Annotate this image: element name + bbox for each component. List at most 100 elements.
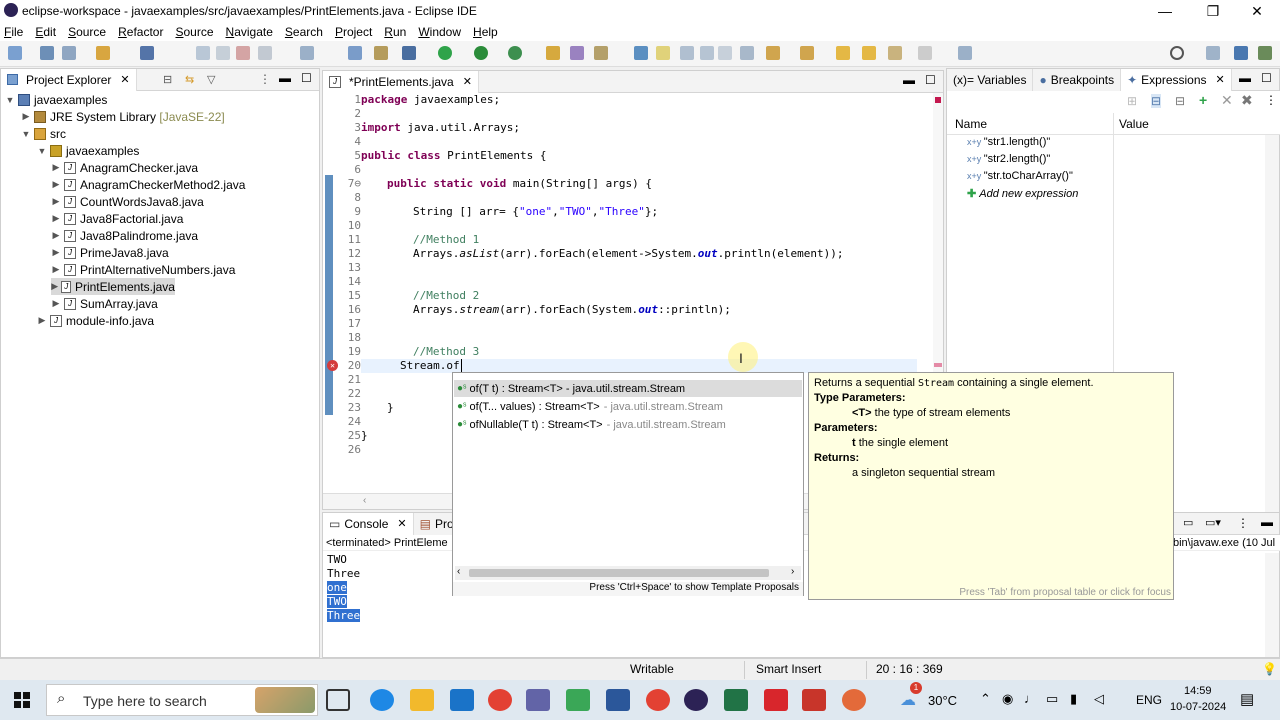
search-icon[interactable] bbox=[1170, 46, 1184, 60]
menu-project[interactable]: Project bbox=[335, 25, 372, 39]
taskbar-search-box[interactable]: ⌕ Type here to search bbox=[46, 684, 318, 716]
suspend-icon[interactable] bbox=[216, 46, 230, 60]
remove-all-icon[interactable]: ✖ bbox=[1241, 92, 1253, 109]
terminal-icon[interactable] bbox=[140, 46, 154, 60]
drop-frame-icon[interactable] bbox=[348, 46, 362, 60]
edge-icon[interactable] bbox=[370, 689, 394, 711]
remove-icon[interactable]: ✕ bbox=[1221, 92, 1233, 109]
chevron-down-icon[interactable]: ▼ bbox=[5, 95, 15, 105]
word-icon[interactable] bbox=[606, 689, 630, 711]
volume-icon[interactable]: ◁ bbox=[1094, 691, 1104, 707]
back-icon[interactable] bbox=[862, 46, 876, 60]
tree-item-file[interactable]: ▶ J AnagramChecker.java bbox=[51, 159, 199, 176]
tree-item-package[interactable]: ▼ javaexamples bbox=[37, 142, 140, 159]
add-expression-icon[interactable]: + bbox=[1199, 92, 1207, 108]
collapse-all-icon[interactable]: ⊟ bbox=[163, 73, 172, 86]
menu-refactor[interactable]: Refactor bbox=[118, 25, 163, 39]
postman-icon[interactable] bbox=[842, 689, 866, 711]
battery-icon[interactable]: ▮ bbox=[1070, 691, 1077, 707]
scrollbar-thumb[interactable] bbox=[469, 569, 769, 577]
coverage-icon[interactable] bbox=[474, 46, 488, 60]
show-whitespace-icon[interactable] bbox=[718, 46, 732, 60]
close-icon[interactable]: ✕ bbox=[120, 73, 129, 86]
notepad-icon[interactable] bbox=[566, 689, 590, 711]
add-new-expression[interactable]: ✚ Add new expression bbox=[967, 187, 1078, 200]
tree-item-jre[interactable]: ▶ JRE System Library [JavaSE-22] bbox=[21, 108, 225, 125]
proposal-horizontal-scrollbar[interactable]: ‹ › bbox=[455, 566, 801, 580]
maximize-button[interactable]: ❐ bbox=[1190, 0, 1236, 22]
word-wrap-icon[interactable] bbox=[680, 46, 694, 60]
chevron-right-icon[interactable]: ▶ bbox=[51, 298, 61, 309]
chevron-down-icon[interactable]: ▼ bbox=[21, 129, 31, 139]
clock-time[interactable]: 14:59 bbox=[1184, 685, 1212, 697]
chevron-right-icon[interactable]: ▶ bbox=[51, 213, 61, 224]
console-vertical-scrollbar[interactable] bbox=[1265, 553, 1279, 657]
chrome-profile-icon[interactable] bbox=[646, 689, 670, 711]
tree-item-file-selected[interactable]: ▶ J PrintElements.java bbox=[51, 278, 175, 295]
recorder-icon[interactable] bbox=[802, 689, 826, 711]
eclipse-taskbar-icon[interactable] bbox=[684, 689, 708, 711]
chevron-up-icon[interactable]: ⌃ bbox=[980, 691, 991, 707]
chrome-icon[interactable] bbox=[488, 689, 512, 711]
forward-history-icon[interactable] bbox=[918, 46, 932, 60]
menu-edit[interactable]: Edit bbox=[35, 25, 56, 39]
disconnect-icon[interactable] bbox=[258, 46, 272, 60]
external-tools-icon[interactable] bbox=[508, 46, 522, 60]
tree-item-project[interactable]: ▼ javaexamples bbox=[5, 91, 108, 108]
close-icon[interactable]: ✕ bbox=[397, 517, 406, 530]
scroll-left-icon[interactable]: ‹ bbox=[457, 566, 460, 577]
menu-search[interactable]: Search bbox=[285, 25, 323, 39]
view-menu-icon[interactable]: ⋮ bbox=[1265, 93, 1277, 107]
close-button[interactable]: ✕ bbox=[1234, 0, 1280, 22]
tab-breakpoints[interactable]: ● Breakpoints bbox=[1033, 68, 1122, 91]
last-edit-icon[interactable] bbox=[836, 46, 850, 60]
step-icon[interactable] bbox=[300, 46, 314, 60]
open-perspective-icon[interactable] bbox=[1206, 46, 1220, 60]
maximize-view-icon[interactable]: ☐ bbox=[1261, 71, 1272, 85]
expression-row[interactable]: x+y "str2.length()" bbox=[967, 153, 1050, 165]
chevron-right-icon[interactable]: ▶ bbox=[51, 162, 61, 173]
view-menu-icon[interactable]: ⋮ bbox=[259, 72, 271, 86]
open-console-icon[interactable]: ▭▾ bbox=[1205, 516, 1221, 529]
tab-variables[interactable]: (x)= Variables bbox=[947, 68, 1034, 91]
menu-run[interactable]: Run bbox=[384, 25, 406, 39]
notifications-icon[interactable]: ▤ bbox=[1240, 690, 1254, 708]
open-type-icon[interactable] bbox=[546, 46, 560, 60]
scroll-right-icon[interactable]: › bbox=[791, 566, 794, 577]
tree-item-module-info[interactable]: ▶ Jmodule-info.java bbox=[37, 312, 155, 329]
maximize-view-icon[interactable]: ☐ bbox=[301, 71, 312, 85]
tree-item-file[interactable]: ▶ J SumArray.java bbox=[51, 295, 158, 312]
clock-date[interactable]: 10-07-2024 bbox=[1170, 701, 1226, 713]
error-location-marker[interactable] bbox=[934, 363, 942, 367]
tree-item-file[interactable]: ▶ J Java8Factorial.java bbox=[51, 210, 184, 227]
chevron-right-icon[interactable]: ▶ bbox=[51, 281, 58, 292]
collapse-icon[interactable]: ⊟ bbox=[1175, 94, 1185, 108]
menu-source-2[interactable]: Source bbox=[175, 25, 213, 39]
acrobat-icon[interactable] bbox=[764, 689, 788, 711]
new-icon[interactable] bbox=[8, 46, 22, 60]
minimize-view-icon[interactable]: ▬ bbox=[1261, 515, 1273, 529]
minimize-view-icon[interactable]: ▬ bbox=[903, 73, 915, 87]
microphone-icon[interactable]: ♩ bbox=[1024, 691, 1037, 706]
tree-item-file[interactable]: ▶ J CountWordsJava8.java bbox=[51, 193, 204, 210]
stop-icon[interactable] bbox=[236, 46, 250, 60]
resume-icon[interactable] bbox=[196, 46, 210, 60]
save-icon[interactable] bbox=[40, 46, 54, 60]
tree-item-file[interactable]: ▶ J AnagramCheckerMethod2.java bbox=[51, 176, 246, 193]
maximize-view-icon[interactable]: ☐ bbox=[925, 73, 936, 87]
col-value[interactable]: Value bbox=[1119, 117, 1149, 131]
debug-icon[interactable] bbox=[402, 46, 416, 60]
chevron-right-icon[interactable]: ▶ bbox=[51, 230, 61, 241]
excel-icon[interactable] bbox=[724, 689, 748, 711]
console-output[interactable]: TWO Three one TWO Three bbox=[327, 553, 361, 623]
tab-expressions[interactable]: ✦ Expressions ✕ bbox=[1121, 68, 1232, 91]
error-overview-marker[interactable] bbox=[935, 97, 941, 103]
view-menu-icon[interactable]: ⋮ bbox=[1237, 516, 1249, 530]
pilcrow-icon[interactable] bbox=[740, 46, 754, 60]
tip-icon[interactable]: 💡 bbox=[1262, 662, 1277, 676]
tab-console[interactable]: ▭ Console ✕ bbox=[323, 512, 414, 535]
chevron-right-icon[interactable]: ▶ bbox=[21, 111, 31, 122]
proposal-item[interactable]: ●ˢ of(T... values) : Stream<T> - java.uti… bbox=[457, 398, 723, 415]
tree-item-file[interactable]: ▶ J PrimeJava8.java bbox=[51, 244, 169, 261]
tree-item-file[interactable]: ▶ J Java8Palindrome.java bbox=[51, 227, 199, 244]
